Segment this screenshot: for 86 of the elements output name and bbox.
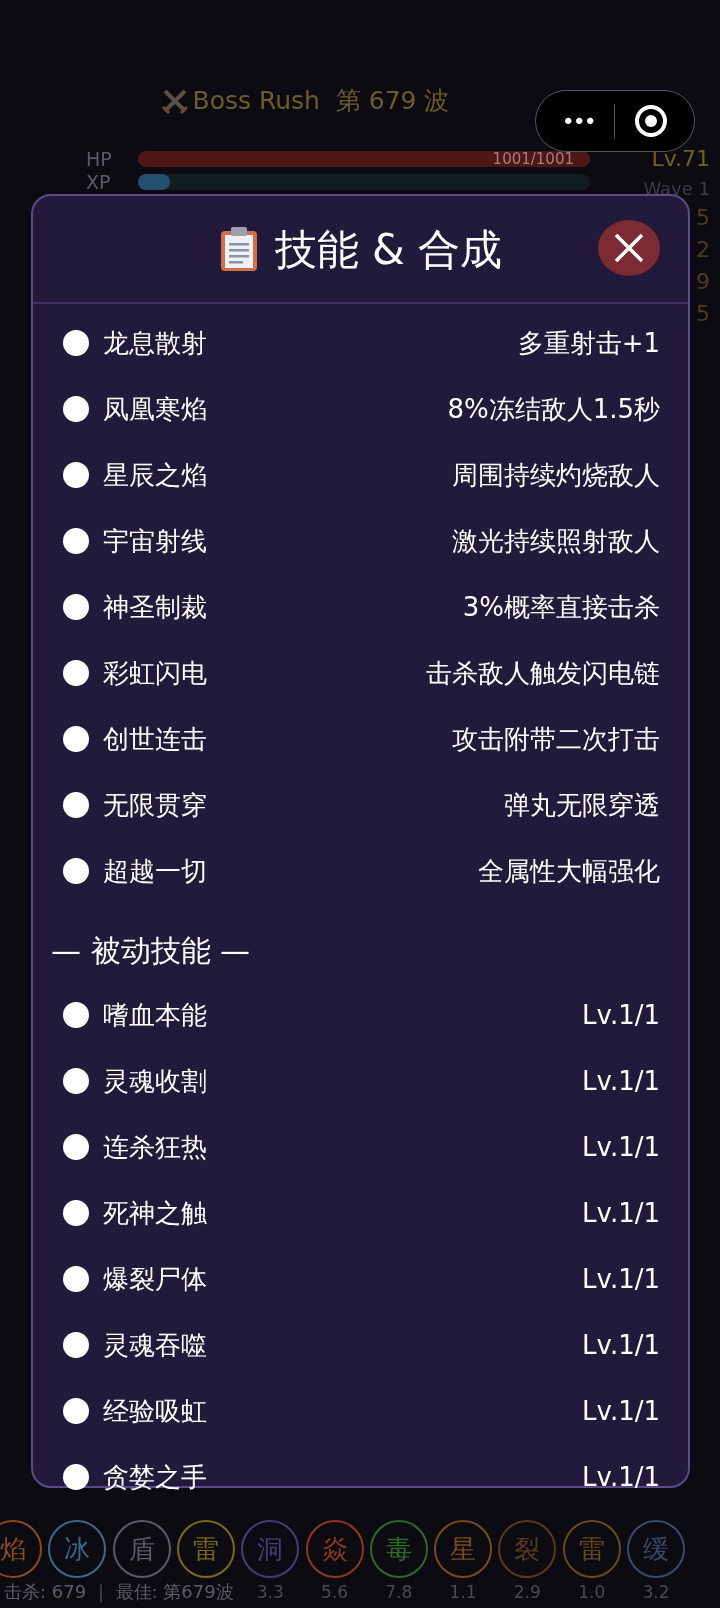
skill-name: 凤凰寒焰 xyxy=(103,392,208,426)
stat-number: 5 xyxy=(696,203,710,232)
skill-effect: 8%冻结敌人1.5秒 xyxy=(447,392,660,426)
dot-icon xyxy=(63,1266,89,1292)
dot-icon xyxy=(63,1068,89,1094)
skill-slot: 洞 xyxy=(241,1520,300,1578)
clipboard-icon xyxy=(218,226,259,272)
skill-name: 宇宙射线 xyxy=(103,524,208,558)
dot-icon xyxy=(63,330,89,356)
skill-effect: 周围持续灼烧敌人 xyxy=(452,458,660,492)
skill-level: Lv.1/1 xyxy=(582,1328,660,1362)
skill-level: Lv.1/1 xyxy=(582,1460,660,1494)
cooldown-text: 7.8 xyxy=(384,1581,414,1604)
skill-level: Lv.1/1 xyxy=(582,1394,660,1428)
skill-name: 贪婪之手 xyxy=(103,1460,208,1494)
cooldown-text: 1.1 xyxy=(448,1581,478,1604)
skill-slot: 盾 xyxy=(112,1520,171,1578)
hp-reading: 1001/1001 xyxy=(492,149,574,169)
skill-effect: 击杀敌人触发闪电链 xyxy=(426,656,660,690)
skill-slot: 焱 xyxy=(305,1520,364,1578)
skill-effect: 激光持续照射敌人 xyxy=(452,524,660,558)
section-title: — 被动技能 — xyxy=(50,932,252,970)
hp-label: HP xyxy=(86,149,113,169)
skill-level: Lv.1/1 xyxy=(582,1130,660,1164)
skill-name: 死神之触 xyxy=(103,1196,208,1230)
stat-number: 2 xyxy=(696,235,710,264)
stat-number: 9 xyxy=(696,267,710,296)
dot-icon xyxy=(63,1200,89,1226)
cooldown-text: 3.2 xyxy=(641,1581,671,1604)
skill-name: 连杀狂热 xyxy=(103,1130,208,1164)
cooldown-text: 1.0 xyxy=(577,1581,607,1604)
skill-effect: 多重射击+1 xyxy=(517,326,660,360)
skill-name: 嗜血本能 xyxy=(103,998,208,1032)
skill-name: 星辰之焰 xyxy=(103,458,208,492)
skill-effect: 弹丸无限穿透 xyxy=(504,788,660,822)
cooldown-text: 5.6 xyxy=(319,1581,349,1604)
skill-name: 神圣制裁 xyxy=(103,590,208,624)
skill-slot: 裂 xyxy=(498,1520,557,1578)
dot-icon xyxy=(63,792,89,818)
skill-name: 灵魂收割 xyxy=(103,1064,208,1098)
level-text: Lv.71 xyxy=(651,144,710,173)
skill-name: 彩虹闪电 xyxy=(103,656,208,690)
skill-name: 超越一切 xyxy=(103,854,208,888)
dot-icon xyxy=(63,1134,89,1160)
more-button[interactable]: ••• xyxy=(561,104,595,138)
dot-icon xyxy=(63,858,89,884)
skill-slot: 焰 xyxy=(0,1520,42,1578)
dot-icon xyxy=(63,528,89,554)
skill-slot: 缓 xyxy=(627,1520,685,1578)
skill-effect: 3%概率直接击杀 xyxy=(462,590,660,624)
xp-label: XP xyxy=(86,172,112,192)
skill-effect: 攻击附带二次打击 xyxy=(452,722,660,756)
dot-icon xyxy=(63,1398,89,1424)
skill-name: 爆裂尸体 xyxy=(103,1262,208,1296)
skill-slot: 雷 xyxy=(562,1520,621,1578)
dot-icon xyxy=(63,726,89,752)
skill-slot: 冰 xyxy=(48,1520,107,1578)
cooldown-text: 2.9 xyxy=(512,1581,542,1604)
skill-name: 无限贯穿 xyxy=(103,788,208,822)
dot-icon xyxy=(63,1002,89,1028)
skill-level: Lv.1/1 xyxy=(582,1064,660,1098)
skill-slot: 毒 xyxy=(369,1520,428,1578)
skill-slot: 雷 xyxy=(176,1520,235,1578)
skill-level: Lv.1/1 xyxy=(582,1262,660,1296)
skill-level: Lv.1/1 xyxy=(582,998,660,1032)
dot-icon xyxy=(63,660,89,686)
skill-level: Lv.1/1 xyxy=(582,1196,660,1230)
close-icon xyxy=(613,232,645,264)
stat-number: 5 xyxy=(696,299,710,328)
stats-text: 击杀: 679 ｜ 最佳: 第679波 xyxy=(4,1580,234,1605)
boss-rush-title: Boss Rush 第 679 波 xyxy=(160,82,450,120)
skill-name: 创世连击 xyxy=(103,722,208,756)
target-icon[interactable] xyxy=(634,104,669,138)
skill-slot: 星 xyxy=(434,1520,493,1578)
skill-name: 龙息散射 xyxy=(103,326,208,360)
dot-icon xyxy=(63,594,89,620)
dot-icon xyxy=(63,1464,89,1490)
cooldown-text: 3.3 xyxy=(255,1581,285,1604)
dot-icon xyxy=(63,1332,89,1358)
dialog-title: 技能 & 合成 xyxy=(274,223,503,276)
dot-icon xyxy=(63,462,89,488)
skill-name: 经验吸虹 xyxy=(103,1394,208,1428)
skill-name: 灵魂吞噬 xyxy=(103,1328,208,1362)
skill-effect: 全属性大幅强化 xyxy=(478,854,660,888)
dot-icon xyxy=(63,396,89,422)
close-button[interactable] xyxy=(598,220,660,276)
